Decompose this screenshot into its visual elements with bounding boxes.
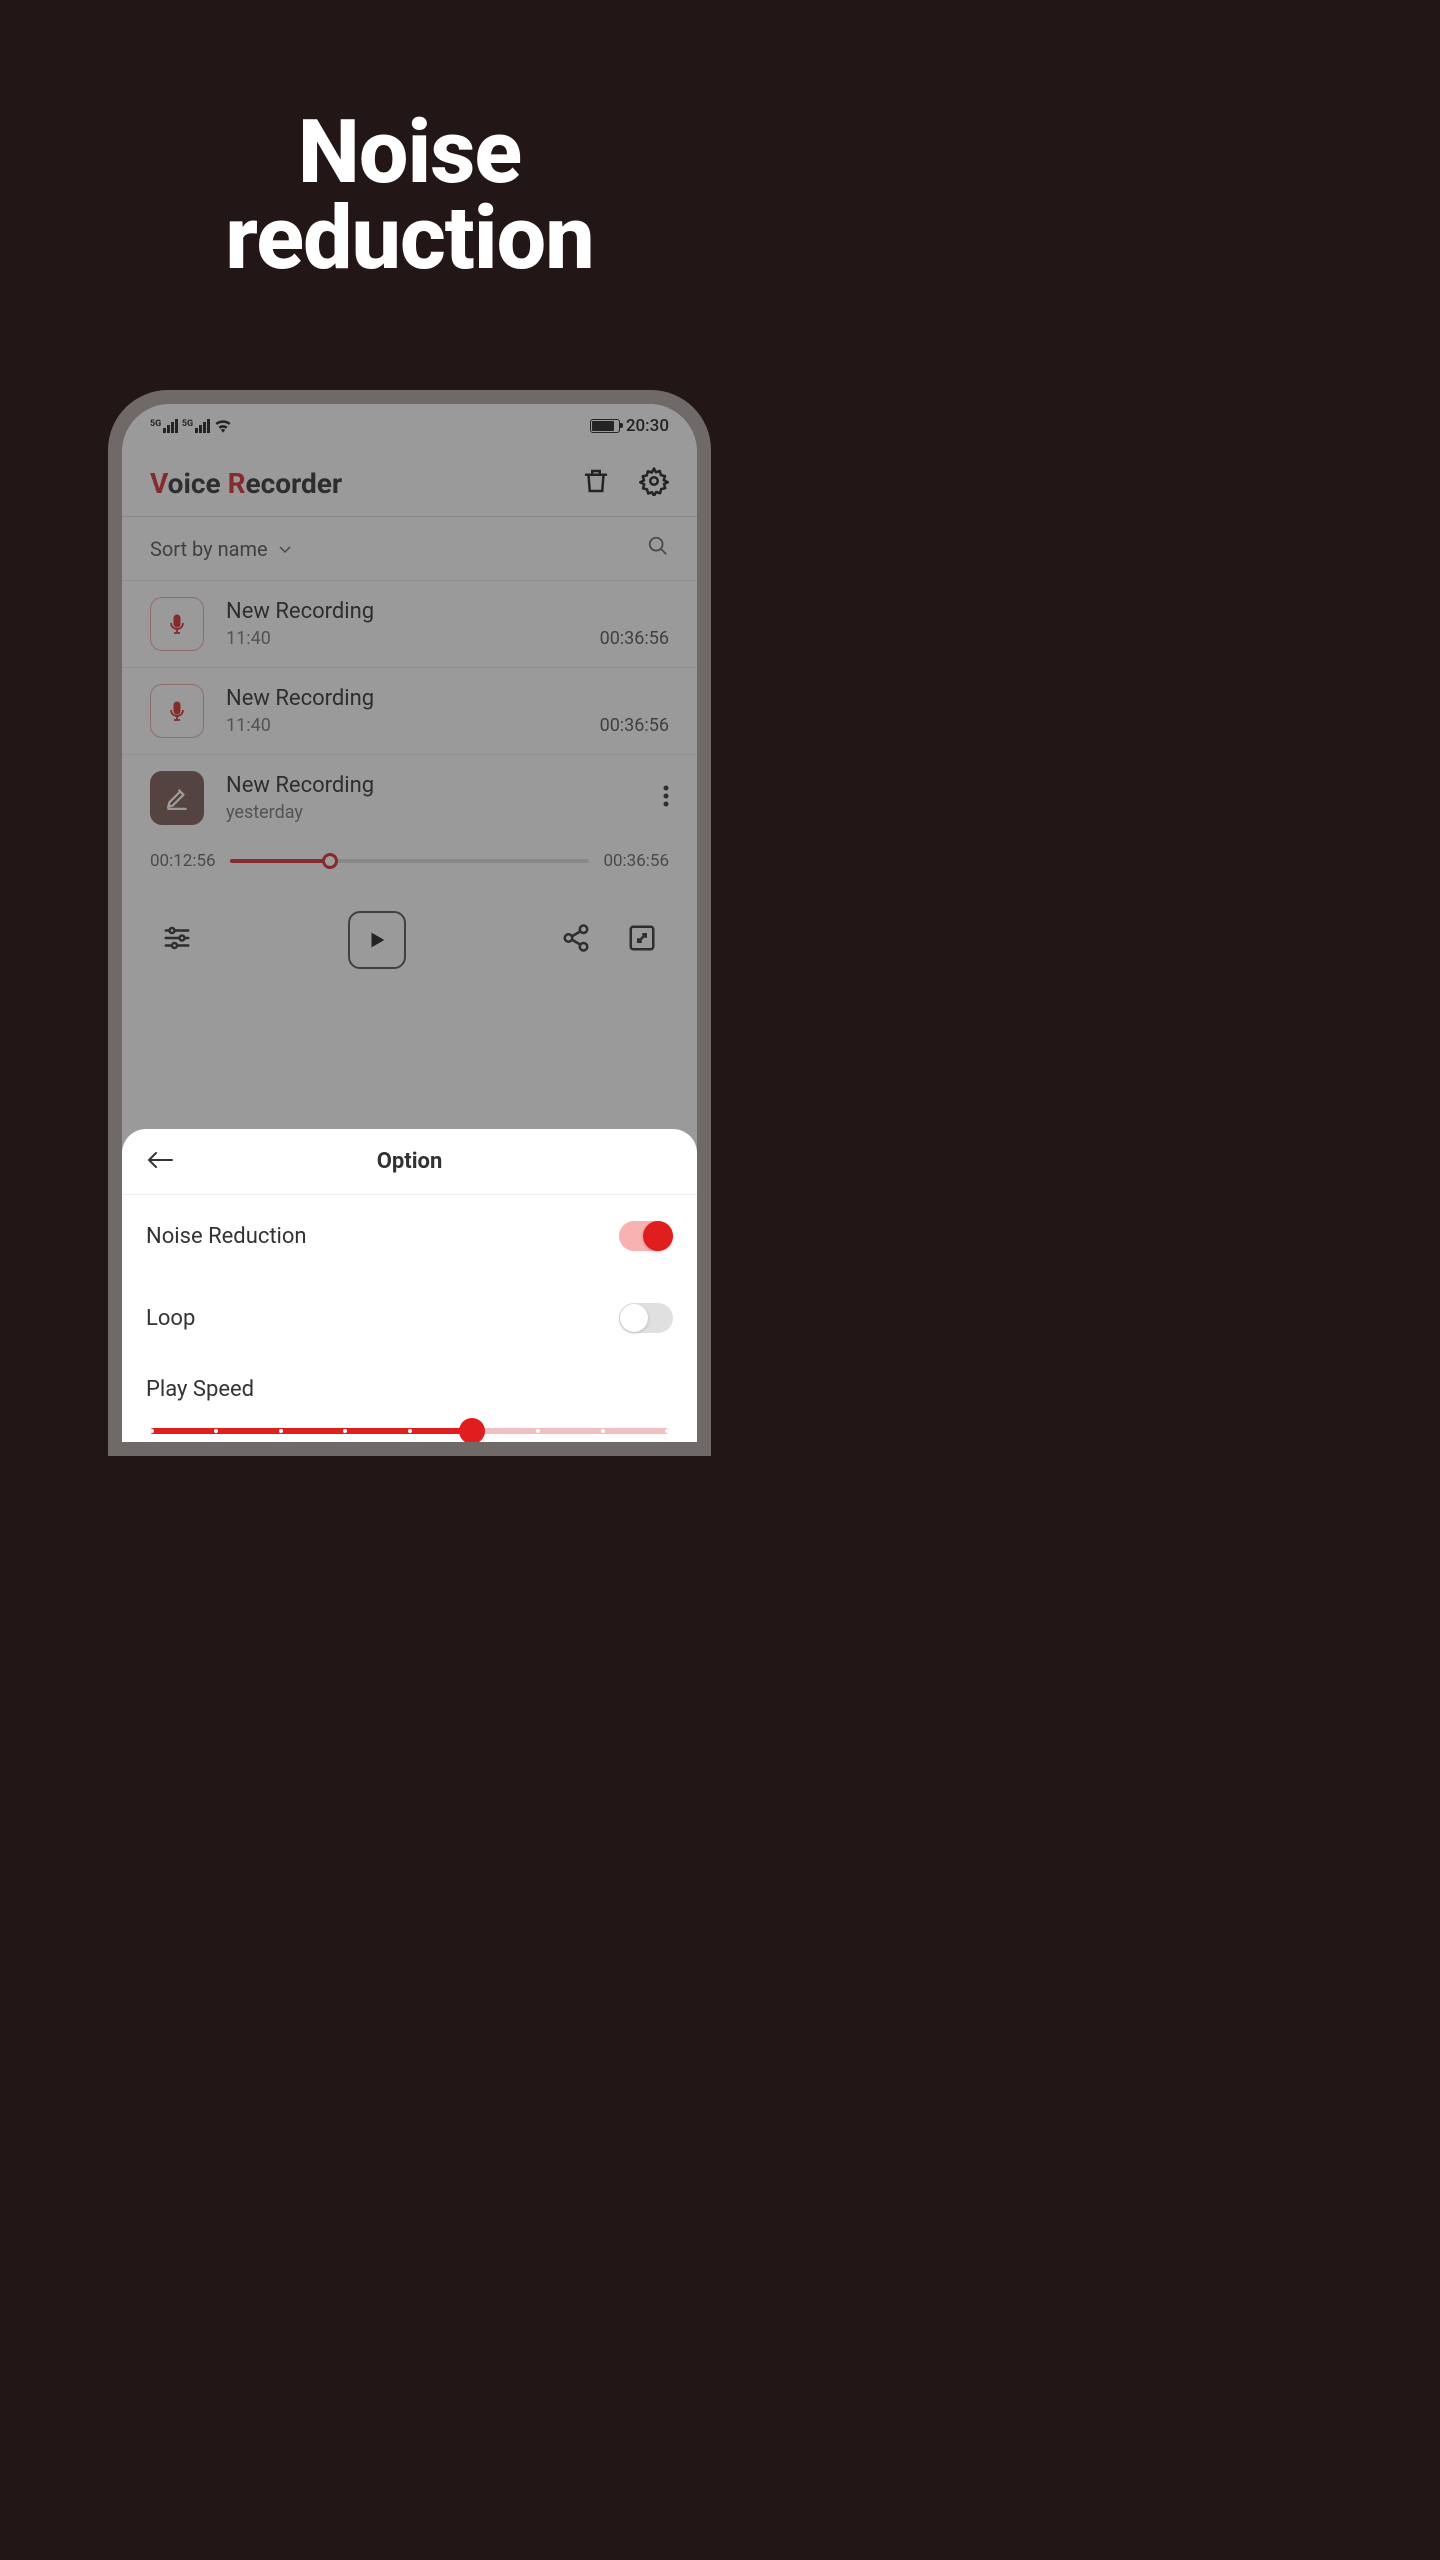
loop-row: Loop (122, 1277, 697, 1359)
network-label-2: 5G (182, 419, 193, 429)
sheet-title: Option (146, 1149, 673, 1174)
recording-time: 11:40 (226, 628, 271, 649)
play-speed-slider[interactable] (150, 1428, 669, 1434)
wifi-icon (214, 419, 232, 433)
more-icon[interactable] (663, 784, 669, 812)
share-icon[interactable] (561, 923, 591, 957)
sheet-header: Option (122, 1129, 697, 1195)
phone-screen: 5G 5G 20:30 Voice Recorder (122, 404, 697, 1442)
recording-time: yesterday (226, 802, 641, 823)
edit-icon (150, 771, 204, 825)
noise-reduction-row: Noise Reduction (122, 1195, 697, 1277)
chevron-down-icon (278, 542, 292, 556)
recording-title: New Recording (226, 773, 641, 798)
play-speed-row: Play Speed (122, 1359, 697, 1434)
progress-row: 00:12:56 00:36:56 (122, 841, 697, 871)
recording-title: New Recording (226, 599, 669, 624)
elapsed-time: 00:12:56 (150, 851, 216, 871)
expand-icon[interactable] (627, 923, 657, 957)
sort-dropdown[interactable]: Sort by name (150, 537, 292, 561)
search-icon[interactable] (647, 535, 669, 562)
loop-toggle[interactable] (619, 1303, 673, 1333)
filter-icon[interactable] (162, 923, 192, 957)
recording-duration: 00:36:56 (600, 628, 669, 649)
promo-line2: reduction (0, 196, 819, 282)
total-time: 00:36:56 (603, 851, 669, 871)
app-header: Voice Recorder (122, 444, 697, 516)
status-time: 20:30 (626, 416, 669, 436)
promo-headline: Noise reduction (0, 0, 819, 282)
network-label: 5G (150, 419, 161, 429)
status-right: 20:30 (590, 416, 669, 436)
progress-slider[interactable] (230, 859, 590, 863)
list-item[interactable]: New Recording 11:40 00:36:56 (122, 667, 697, 754)
signal-icon (163, 419, 178, 433)
promo-line1: Noise (0, 110, 819, 196)
signal-icon-2 (195, 419, 210, 433)
list-item-selected[interactable]: New Recording yesterday (122, 754, 697, 841)
status-bar: 5G 5G 20:30 (122, 404, 697, 444)
recording-duration: 00:36:56 (600, 715, 669, 736)
list-item[interactable]: New Recording 11:40 00:36:56 (122, 580, 697, 667)
status-left: 5G 5G (150, 419, 232, 433)
trash-icon[interactable] (581, 466, 611, 500)
play-button[interactable] (348, 911, 406, 969)
recording-title: New Recording (226, 686, 669, 711)
noise-reduction-toggle[interactable] (619, 1221, 673, 1251)
play-speed-label: Play Speed (146, 1377, 673, 1402)
loop-label: Loop (146, 1306, 195, 1331)
player-controls (122, 871, 697, 997)
sort-label: Sort by name (150, 537, 268, 561)
option-sheet: Option Noise Reduction Loop Play Speed (122, 1129, 697, 1442)
battery-icon (590, 419, 620, 433)
app-title: Voice Recorder (150, 467, 342, 500)
mic-icon (150, 684, 204, 738)
phone-frame: 5G 5G 20:30 Voice Recorder (108, 390, 711, 1456)
mic-icon (150, 597, 204, 651)
gear-icon[interactable] (639, 466, 669, 500)
recording-time: 11:40 (226, 715, 271, 736)
sort-row: Sort by name (122, 517, 697, 580)
noise-reduction-label: Noise Reduction (146, 1224, 307, 1249)
